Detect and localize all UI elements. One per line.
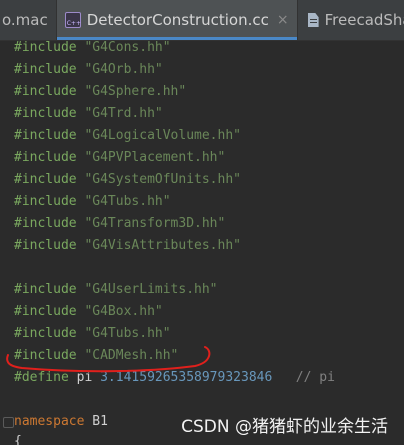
code-line: #include "G4Tubs.hh" <box>14 194 171 209</box>
code-line: #include "G4Orb.hh" <box>14 62 163 77</box>
tab-label: DetectorConstruction.cc <box>86 11 269 29</box>
code-editor[interactable]: #include "G4Cons.hh" #include "G4Orb.hh"… <box>0 40 404 445</box>
code-line-cadmesh: #include "CADMesh.hh" <box>14 348 179 363</box>
cpp-file-icon: C++ <box>64 12 81 28</box>
code-line: #include "G4Box.hh" <box>14 304 163 319</box>
tab-label: FreecadShape <box>324 11 404 29</box>
fold-marker-icon[interactable] <box>3 417 14 428</box>
tab-freecad-shape[interactable]: FreecadShape <box>298 0 404 40</box>
tab-label: o.mac <box>2 11 48 29</box>
code-line: #include "G4UserLimits.hh" <box>14 282 218 297</box>
code-line: #include "G4Sphere.hh" <box>14 84 187 99</box>
close-icon[interactable]: × <box>277 13 289 27</box>
code-line: #include "G4Cons.hh" <box>14 40 171 55</box>
code-line: #include "G4Tubs.hh" <box>14 326 171 341</box>
tab-detector-construction[interactable]: C++ DetectorConstruction.cc × <box>56 0 298 40</box>
editor-window: o.mac C++ DetectorConstruction.cc × Free… <box>0 0 404 445</box>
code-line: #include "G4SystemOfUnits.hh" <box>14 172 241 187</box>
code-line: #include "G4VisAttributes.hh" <box>14 238 241 253</box>
code-line: #include "G4PVPlacement.hh" <box>14 150 226 165</box>
file-icon <box>307 13 319 27</box>
code-line: #include "G4LogicalVolume.hh" <box>14 128 241 143</box>
code-line-brace: { <box>14 434 22 445</box>
editor-tab-bar: o.mac C++ DetectorConstruction.cc × Free… <box>0 0 404 41</box>
code-line: #include "G4Trd.hh" <box>14 106 163 121</box>
code-line: #include "G4Transform3D.hh" <box>14 216 226 231</box>
tab-o-mac[interactable]: o.mac <box>0 0 57 40</box>
watermark: CSDN @猪猪虾的业余生活 <box>181 417 388 437</box>
code-line-namespace: namespace B1 <box>14 414 108 429</box>
code-line-define: #define pi 3.14159265358979323846 // pi <box>14 370 335 385</box>
